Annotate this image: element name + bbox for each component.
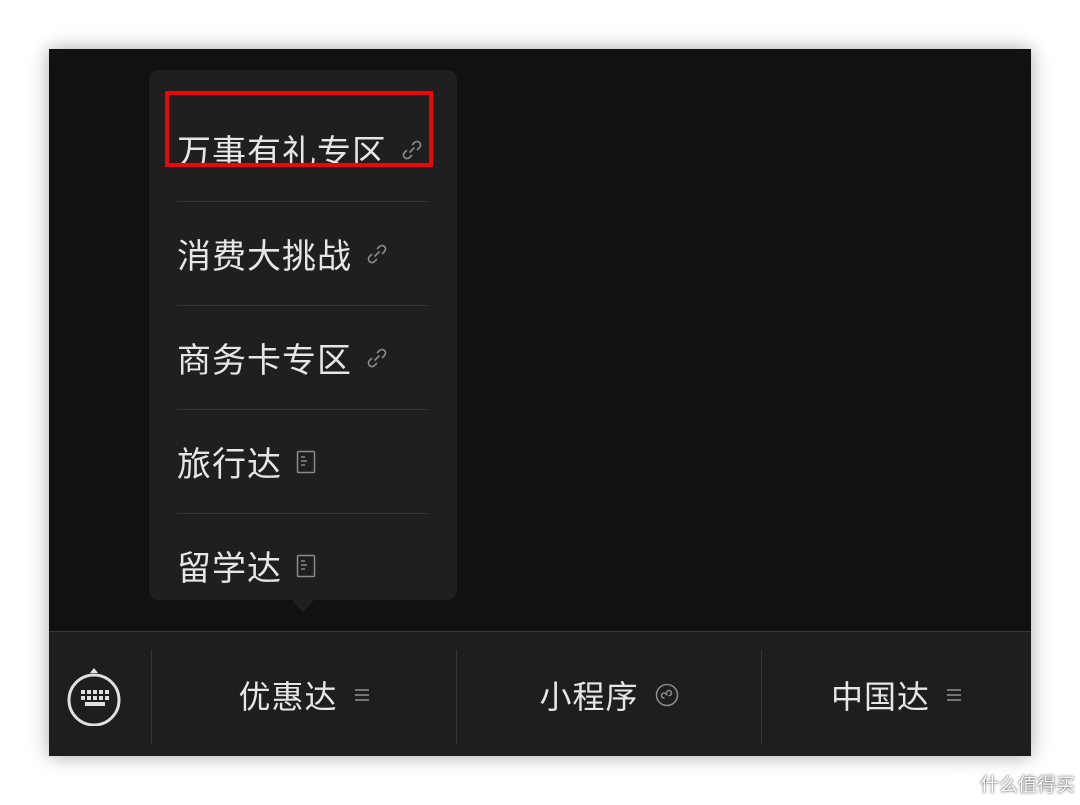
menu-item-label: 旅行达 [177,445,282,485]
highlight-box [165,91,433,167]
smzdm-logo-icon [950,772,974,795]
menu-item-shangwuka[interactable]: 商务卡专区 [177,306,429,409]
watermark: 什么值得买 [950,770,1075,797]
bottom-menu-bar: 优惠达 小程序 中国达 [49,631,1031,756]
menu-item-label: 消费大挑战 [177,237,352,277]
link-icon [366,347,388,369]
article-icon [296,450,316,474]
tab-zhongguoda[interactable]: 中国达 [762,632,1031,756]
watermark-text: 什么值得买 [980,774,1076,796]
link-icon [366,243,388,265]
menu-item-label: 商务卡专区 [177,341,352,381]
tab-label: 优惠达 [238,677,338,716]
menu-lines-icon [946,687,962,703]
menu-lines-icon [354,687,370,703]
tab-youhuida[interactable]: 优惠达 [152,632,456,756]
tab-label: 小程序 [539,677,639,716]
keyboard-toggle-button[interactable] [65,668,123,727]
article-icon [296,554,316,578]
popup-pointer [292,600,314,612]
menu-item-xiaofei-tiaozhan[interactable]: 消费大挑战 [177,202,429,305]
mini-program-icon [655,683,679,707]
menu-item-label: 留学达 [177,549,282,589]
keyboard-icon [67,668,121,727]
menu-item-lvxingda[interactable]: 旅行达 [177,410,429,513]
tab-label: 中国达 [830,677,930,716]
wechat-menu-screenshot: 万事有礼专区 消费大挑战 商务卡专区 旅行达 留学达 优惠达 小程序 中国达 [49,49,1031,756]
tab-xiaochengxu[interactable]: 小程序 [457,632,761,756]
